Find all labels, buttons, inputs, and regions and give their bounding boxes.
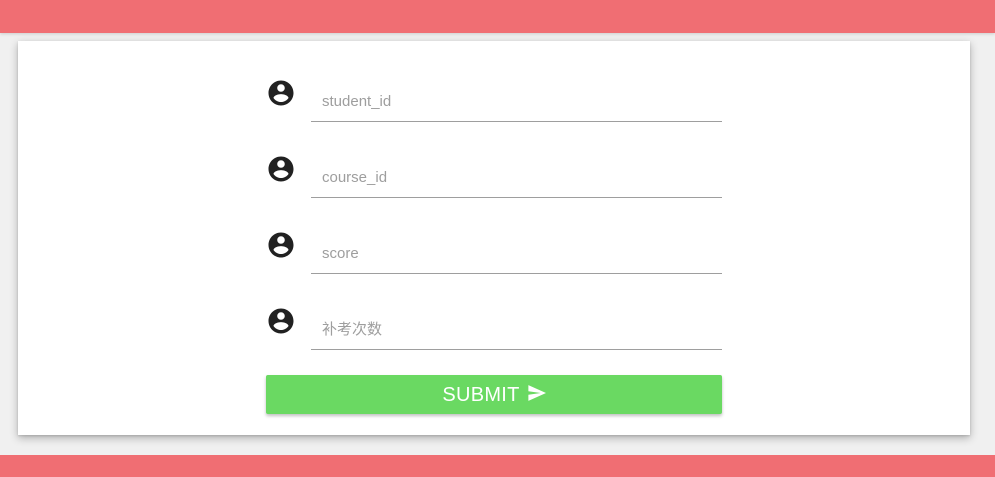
form-card: SUBMIT (18, 41, 970, 435)
bottom-bar (0, 455, 995, 477)
course-id-row (266, 138, 722, 198)
course-id-input[interactable] (311, 158, 722, 198)
student-id-row (266, 62, 722, 122)
submit-button[interactable]: SUBMIT (266, 375, 722, 414)
account-circle-icon (266, 78, 296, 108)
retake-count-input[interactable] (311, 310, 722, 350)
send-icon (528, 384, 546, 401)
score-input[interactable] (311, 234, 722, 274)
retake-count-row (266, 290, 722, 350)
submit-label: SUBMIT (442, 383, 520, 406)
student-id-input[interactable] (311, 82, 722, 122)
account-circle-icon (266, 230, 296, 260)
account-circle-icon (266, 306, 296, 336)
top-bar (0, 0, 995, 33)
account-circle-icon (266, 154, 296, 184)
score-row (266, 214, 722, 274)
